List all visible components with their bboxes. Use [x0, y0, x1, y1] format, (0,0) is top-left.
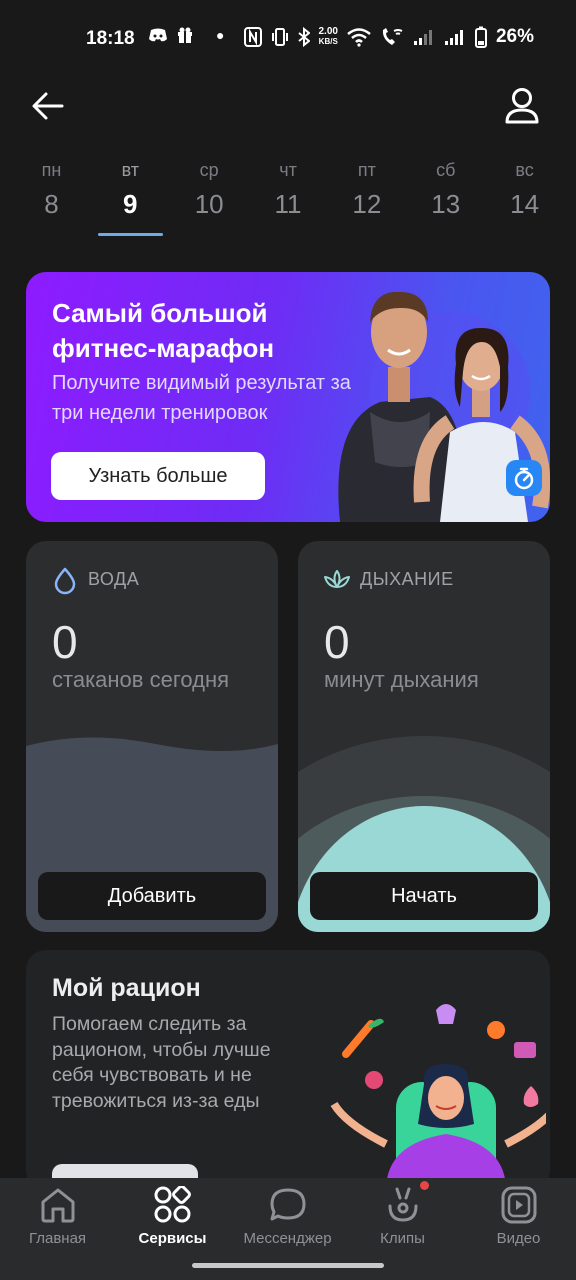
- vibrate-icon: [271, 28, 288, 46]
- tab-services[interactable]: Сервисы: [115, 1186, 230, 1247]
- add-water-button[interactable]: Добавить: [38, 872, 266, 920]
- video-icon: [501, 1186, 536, 1224]
- day-tue-selected[interactable]: вт 9: [91, 160, 170, 236]
- status-time: 18:18: [86, 28, 135, 49]
- day-fri[interactable]: пт 12: [327, 160, 406, 236]
- water-label: ВОДА: [88, 569, 140, 589]
- clips-notification-dot: [420, 1181, 429, 1190]
- signal-1-icon: [413, 30, 432, 45]
- day-sat[interactable]: сб 13: [406, 160, 485, 236]
- breathing-label: ДЫХАНИЕ: [360, 569, 454, 589]
- banner-subtitle: Получите видимый результат за три недели…: [52, 372, 351, 424]
- battery-icon: [474, 26, 487, 48]
- learn-more-button[interactable]: Узнать больше: [51, 452, 265, 500]
- water-unit: стаканов сегодня: [52, 667, 230, 692]
- wifi-call-icon: [382, 28, 403, 45]
- diet-juggling-illustration: [330, 1004, 546, 1190]
- day-thu[interactable]: чт 11: [249, 160, 328, 236]
- tab-messenger[interactable]: Мессенджер: [230, 1186, 345, 1247]
- week-day-selector: пн 8 вт 9 ср 10 чт 11 пт 12 сб 13 вс 14: [12, 160, 564, 236]
- diet-card[interactable]: Мой рацион Помогаем следить за рационом,…: [26, 950, 550, 1190]
- bluetooth-icon: [297, 27, 310, 47]
- lotus-icon: [324, 570, 350, 588]
- start-breathing-button[interactable]: Начать: [310, 872, 538, 920]
- tab-home[interactable]: Главная: [0, 1186, 115, 1247]
- diet-title: Мой рацион: [52, 974, 201, 1002]
- banner-title: Самый большой фитнес-марафон: [52, 298, 275, 363]
- day-wed[interactable]: ср 10: [170, 160, 249, 236]
- chat-bubble-icon: [270, 1188, 305, 1221]
- profile-icon[interactable]: [504, 86, 540, 126]
- signal-2-icon: [444, 30, 463, 45]
- breathing-value: 0: [324, 616, 350, 668]
- day-mon[interactable]: пн 8: [12, 160, 91, 236]
- tab-video[interactable]: Видео: [461, 1186, 576, 1247]
- notification-dot-icon: ●: [216, 27, 225, 43]
- diet-description: Помогаем следить за рационом, чтобы лучш…: [52, 1013, 271, 1112]
- water-value: 0: [52, 616, 78, 668]
- nfc-icon: [243, 27, 262, 47]
- services-icon: [154, 1186, 191, 1223]
- day-sun[interactable]: вс 14: [485, 160, 564, 236]
- fitness-marathon-banner[interactable]: Самый большой фитнес-марафон Получите ви…: [26, 272, 550, 522]
- home-icon: [41, 1188, 74, 1223]
- tab-clips[interactable]: Клипы: [345, 1186, 460, 1247]
- status-bar: 18:18 ● 2.00 KB/S 26%: [0, 0, 576, 78]
- water-drop-icon: [54, 567, 76, 595]
- back-arrow-icon[interactable]: [30, 88, 66, 124]
- breathing-unit: минут дыхания: [324, 667, 479, 692]
- wifi-icon: [347, 28, 371, 47]
- battery-percent: 26%: [495, 26, 534, 47]
- home-indicator[interactable]: [192, 1263, 384, 1268]
- water-card[interactable]: ВОДА 0 стаканов сегодня Добавить: [26, 541, 278, 932]
- gift-icon: [178, 27, 192, 43]
- discord-icon: [149, 28, 167, 42]
- clips-icon: [388, 1187, 417, 1222]
- network-speed: 2.00 KB/S: [318, 26, 338, 47]
- breathing-card[interactable]: ДЫХАНИЕ 0 минут дыхания Начать: [298, 541, 550, 932]
- stopwatch-badge-icon: [506, 460, 542, 496]
